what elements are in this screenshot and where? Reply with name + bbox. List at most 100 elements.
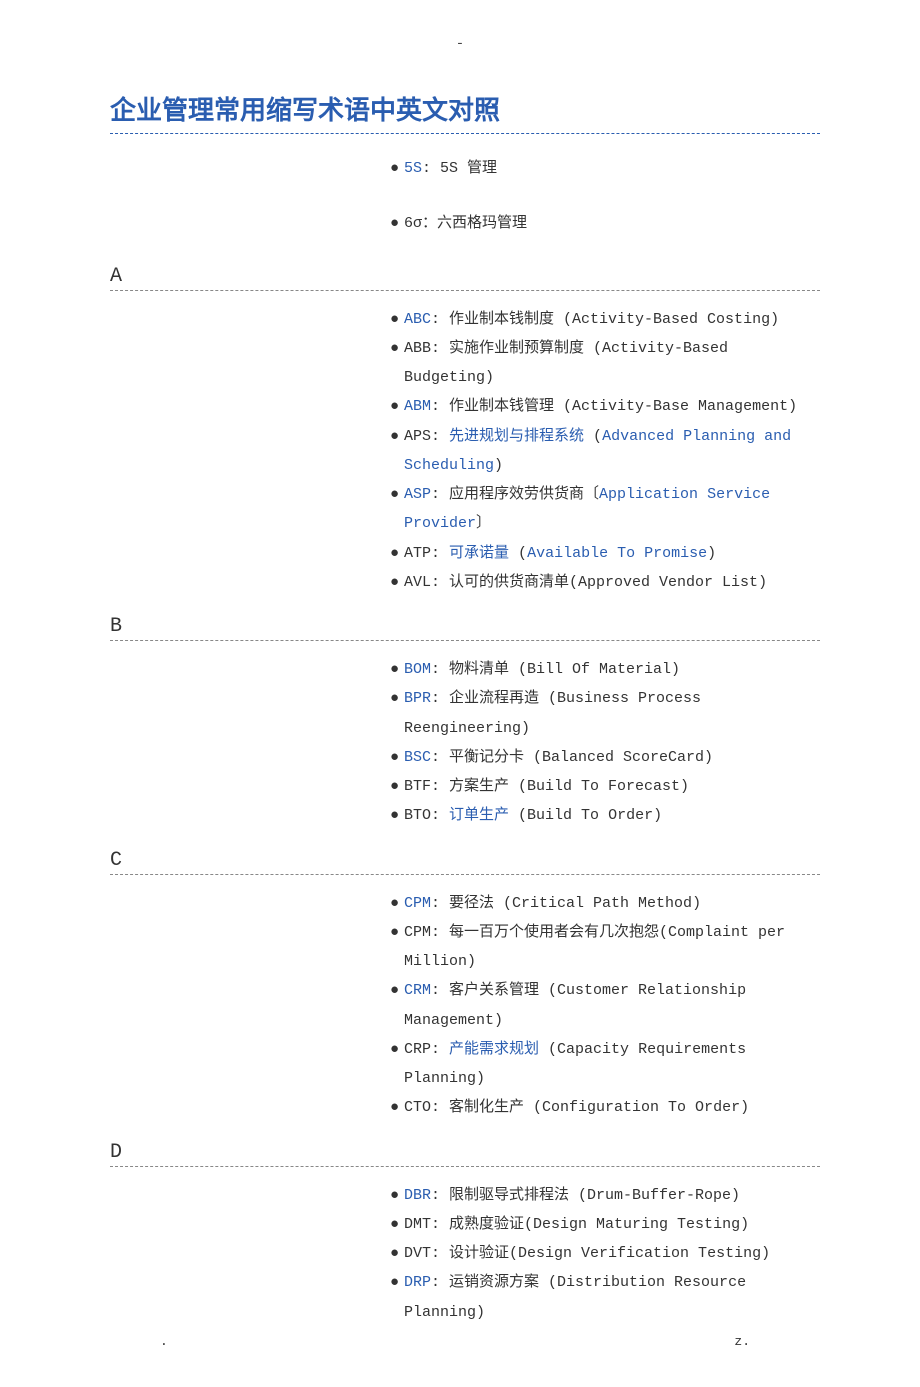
separator: : <box>422 160 440 177</box>
term-text: 要径法 (Critical Path Method) <box>449 895 701 912</box>
term-text: 方案生产 (Build To Forecast) <box>449 778 689 795</box>
term-abbr: CPM <box>404 924 431 941</box>
term-text: 成熟度验证(Design Maturing Testing) <box>449 1216 749 1233</box>
bullet-icon: ● <box>390 918 404 947</box>
term-link-text[interactable]: 订单生产 <box>449 807 509 824</box>
term-abbr[interactable]: CPM <box>404 895 431 912</box>
term-text: 六西格玛管理 <box>437 215 527 232</box>
term-abbr: APS <box>404 428 431 445</box>
footer-mark-right: z. <box>734 1334 750 1349</box>
separator: : <box>431 778 449 795</box>
bullet-icon: ● <box>390 392 404 421</box>
list-item: ●BOM: 物料清单 (Bill Of Material) <box>390 655 812 684</box>
list-item: ●BSC: 平衡记分卡 (Balanced ScoreCard) <box>390 743 812 772</box>
item-body: BPR: 企业流程再造 (Business Process Reengineer… <box>404 684 812 743</box>
term-abbr: 6σ <box>404 215 422 232</box>
item-body: ABM: 作业制本钱管理 (Activity-Base Management) <box>404 392 812 421</box>
bullet-icon: ● <box>390 1239 404 1268</box>
term-abbr: BTF <box>404 778 431 795</box>
term-text: ( <box>509 545 527 562</box>
section-divider <box>110 1166 820 1167</box>
term-abbr[interactable]: 5S <box>404 160 422 177</box>
section-list: ●BOM: 物料清单 (Bill Of Material)●BPR: 企业流程再… <box>390 655 820 831</box>
item-body: BSC: 平衡记分卡 (Balanced ScoreCard) <box>404 743 812 772</box>
separator: ： <box>422 215 437 232</box>
section-heading: B <box>110 615 820 638</box>
item-body: APS: 先进规划与排程系统 (Advanced Planning and Sc… <box>404 422 812 481</box>
term-text: 作业制本钱制度 (Activity-Based Costing) <box>449 311 779 328</box>
list-item: ●BTO: 订单生产 (Build To Order) <box>390 801 812 830</box>
term-abbr[interactable]: DBR <box>404 1187 431 1204</box>
bullet-icon: ● <box>390 889 404 918</box>
item-body: 5S: 5S 管理 <box>404 154 812 183</box>
item-body: AVL: 认可的供货商清单(Approved Vendor List) <box>404 568 812 597</box>
separator: : <box>431 340 449 357</box>
list-item: ●CPM: 每一百万个使用者会有几次抱怨(Complaint per Milli… <box>390 918 812 977</box>
list-item: ●AVL: 认可的供货商清单(Approved Vendor List) <box>390 568 812 597</box>
term-abbr[interactable]: BOM <box>404 661 431 678</box>
separator: : <box>431 1187 449 1204</box>
term-abbr[interactable]: DRP <box>404 1274 431 1291</box>
bullet-icon: ● <box>390 1268 404 1297</box>
bullet-icon: ● <box>390 480 404 509</box>
term-text: 每一百万个使用者会有几次抱怨(Complaint per Million) <box>404 924 785 970</box>
list-item: ●DVT: 设计验证(Design Verification Testing) <box>390 1239 812 1268</box>
term-abbr[interactable]: ABC <box>404 311 431 328</box>
list-item: ●ABC: 作业制本钱制度 (Activity-Based Costing) <box>390 305 812 334</box>
separator: : <box>431 1245 449 1262</box>
bullet-icon: ● <box>390 422 404 451</box>
intro-list: ●5S: 5S 管理●6σ：六西格玛管理 <box>390 154 820 239</box>
bullet-icon: ● <box>390 305 404 334</box>
bullet-icon: ● <box>390 334 404 363</box>
separator: : <box>431 311 449 328</box>
bullet-icon: ● <box>390 209 404 238</box>
item-body: ABB: 实施作业制预算制度 (Activity-Based Budgeting… <box>404 334 812 393</box>
list-item: ●ABM: 作业制本钱管理 (Activity-Base Management) <box>390 392 812 421</box>
item-body: ASP: 应用程序效劳供货商〔Application Service Provi… <box>404 480 812 539</box>
term-text: 客制化生产 (Configuration To Order) <box>449 1099 749 1116</box>
bullet-icon: ● <box>390 568 404 597</box>
term-text: 平衡记分卡 (Balanced ScoreCard) <box>449 749 713 766</box>
section-list: ●ABC: 作业制本钱制度 (Activity-Based Costing)●A… <box>390 305 820 598</box>
term-text: ) <box>707 545 716 562</box>
term-abbr: CTO <box>404 1099 431 1116</box>
section-heading: D <box>110 1141 820 1164</box>
term-link-text[interactable]: Available To Promise <box>527 545 707 562</box>
term-abbr[interactable]: ABM <box>404 398 431 415</box>
term-link-text[interactable]: 先进规划与排程系统 <box>449 428 584 445</box>
term-text: ( <box>584 428 602 445</box>
term-text: 应用程序效劳供货商〔 <box>449 486 599 503</box>
term-abbr: CRP <box>404 1041 431 1058</box>
bullet-icon: ● <box>390 1035 404 1064</box>
list-item: ●CTO: 客制化生产 (Configuration To Order) <box>390 1093 812 1122</box>
term-abbr[interactable]: ASP <box>404 486 431 503</box>
section-list: ●DBR: 限制驱导式排程法 (Drum-Buffer-Rope)●DMT: 成… <box>390 1181 820 1327</box>
term-abbr: ATP <box>404 545 431 562</box>
term-text: 物料清单 (Bill Of Material) <box>449 661 680 678</box>
term-abbr[interactable]: BPR <box>404 690 431 707</box>
section-heading: A <box>110 265 820 288</box>
list-item: ●DBR: 限制驱导式排程法 (Drum-Buffer-Rope) <box>390 1181 812 1210</box>
term-link-text[interactable]: 产能需求规划 <box>449 1041 539 1058</box>
separator: : <box>431 1099 449 1116</box>
separator: : <box>431 574 449 591</box>
separator: : <box>431 1216 449 1233</box>
bullet-icon: ● <box>390 772 404 801</box>
list-item: ●DMT: 成熟度验证(Design Maturing Testing) <box>390 1210 812 1239</box>
term-text: 实施作业制预算制度 (Activity-Based Budgeting) <box>404 340 728 386</box>
separator: : <box>431 661 449 678</box>
term-text: 客户关系管理 (Customer Relationship Management… <box>404 982 746 1028</box>
separator: : <box>431 924 449 941</box>
separator: : <box>431 749 449 766</box>
term-link-text[interactable]: 可承诺量 <box>449 545 509 562</box>
item-body: BTO: 订单生产 (Build To Order) <box>404 801 812 830</box>
term-text: 限制驱导式排程法 (Drum-Buffer-Rope) <box>449 1187 740 1204</box>
section-list: ●CPM: 要径法 (Critical Path Method)●CPM: 每一… <box>390 889 820 1123</box>
item-body: 6σ：六西格玛管理 <box>404 209 812 238</box>
bullet-icon: ● <box>390 684 404 713</box>
term-abbr: ABB <box>404 340 431 357</box>
separator: : <box>431 690 449 707</box>
term-abbr[interactable]: CRM <box>404 982 431 999</box>
term-abbr[interactable]: BSC <box>404 749 431 766</box>
footer-mark-left: . <box>160 1334 168 1349</box>
